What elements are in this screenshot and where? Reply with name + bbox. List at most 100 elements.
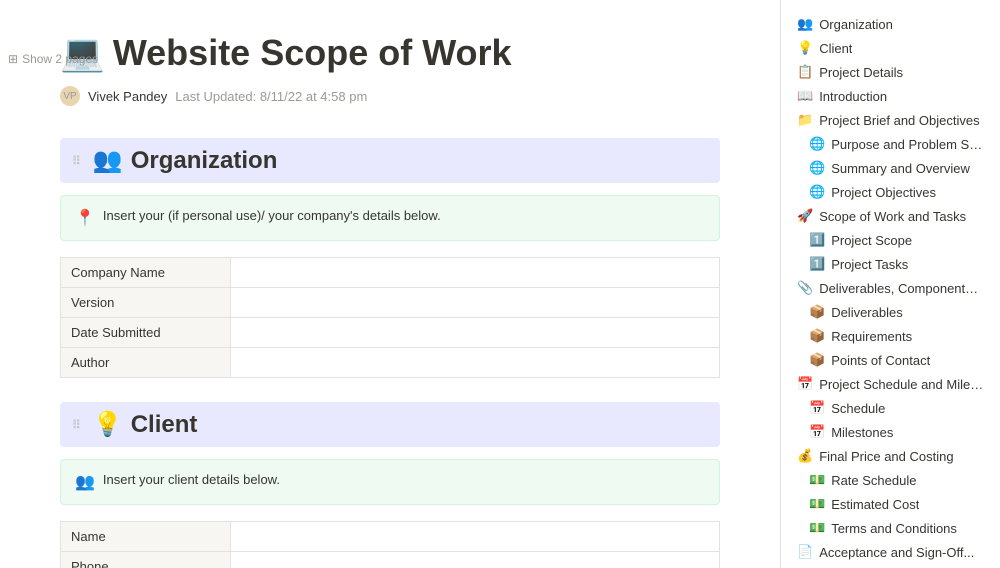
sidebar-item-label-5: Purpose and Problem Statem... (831, 137, 984, 152)
sidebar-item-label-21: Terms and Conditions (831, 521, 957, 536)
sidebar-item-12[interactable]: 📦Deliverables (781, 300, 1000, 324)
sidebar-item-icon-1: 💡 (797, 40, 813, 56)
sidebar-item-label-1: Client (819, 41, 852, 56)
sidebar-item-18[interactable]: 💰 Final Price and Costing (781, 444, 1000, 468)
right-sidebar: 👥Organization 💡 Client 📋Project Details 📖 Int… (780, 0, 1000, 568)
sidebar-item-icon-16: 📅 (809, 400, 825, 416)
sidebar-item-9[interactable]: 1️⃣ Project Scope (781, 228, 1000, 252)
main-content: 💻 Website Scope of Work VP Vivek Pandey … (0, 0, 780, 568)
table-cell-value[interactable] (231, 522, 720, 552)
sidebar-item-16[interactable]: 📅Schedule (781, 396, 1000, 420)
toggle-icon: ⊞ (8, 52, 18, 66)
sidebar-item-icon-3: 📖 (797, 88, 813, 104)
sidebar-item-label-8: Scope of Work and Tasks (819, 209, 966, 224)
sidebar-item-label-14: Points of Contact (831, 353, 930, 368)
page-title: Website Scope of Work (113, 32, 512, 74)
sidebar-item-3[interactable]: 📖 Introduction (781, 84, 1000, 108)
sidebar-item-icon-12: 📦 (809, 304, 825, 320)
sidebar-item-label-15: Project Schedule and Milestones (819, 377, 984, 392)
table-cell-label: Version (61, 288, 231, 318)
sidebar-item-11[interactable]: 📎 Deliverables, Components, & R... (781, 276, 1000, 300)
sidebar-item-icon-9: 1️⃣ (809, 232, 825, 248)
table-cell-label: Author (61, 348, 231, 378)
client-callout: 👥 Insert your client details below. (60, 459, 720, 505)
sidebar-item-1[interactable]: 💡 Client (781, 36, 1000, 60)
drag-handle-org[interactable]: ⠿ (72, 154, 81, 168)
sidebar-item-6[interactable]: 🌐 Summary and Overview (781, 156, 1000, 180)
table-cell-label: Date Submitted (61, 318, 231, 348)
sidebar-item-icon-18: 💰 (797, 448, 813, 464)
organization-section: ⠿ 👥 Organization 📍 Insert your (if perso… (60, 138, 720, 378)
sidebar-item-icon-17: 📅 (809, 424, 825, 440)
sidebar-item-label-19: Rate Schedule (831, 473, 916, 488)
client-callout-icon: 👥 (75, 472, 95, 492)
table-cell-label: Phone (61, 552, 231, 568)
client-icon: 💡 (93, 410, 123, 439)
sidebar-item-icon-21: 💵 (809, 520, 825, 536)
sidebar-item-icon-22: 📄 (797, 544, 813, 560)
org-table: Company Name Version Date Submitted Auth… (60, 257, 720, 378)
sidebar-item-label-22: Acceptance and Sign-Off... (819, 545, 974, 560)
last-updated: Last Updated: 8/11/22 at 4:58 pm (175, 89, 367, 104)
sidebar-item-label-13: Requirements (831, 329, 912, 344)
sidebar-item-icon-4: 📁 (797, 112, 813, 128)
sidebar-item-17[interactable]: 📅 Milestones (781, 420, 1000, 444)
sidebar-item-label-9: Project Scope (831, 233, 912, 248)
sidebar-item-20[interactable]: 💵 Estimated Cost (781, 492, 1000, 516)
table-row: Phone (61, 552, 720, 568)
sidebar-item-icon-20: 💵 (809, 496, 825, 512)
meta-info: VP Vivek Pandey Last Updated: 8/11/22 at… (60, 86, 720, 106)
org-title: Organization (131, 147, 278, 175)
avatar: VP (60, 86, 80, 106)
sidebar-item-19[interactable]: 💵 Rate Schedule (781, 468, 1000, 492)
client-callout-text: Insert your client details below. (103, 472, 280, 487)
sidebar-item-label-6: Summary and Overview (831, 161, 970, 176)
sidebar-item-14[interactable]: 📦 Points of Contact (781, 348, 1000, 372)
sidebar-item-21[interactable]: 💵 Terms and Conditions (781, 516, 1000, 540)
sidebar-item-icon-8: 🚀 (797, 208, 813, 224)
client-table: Name Phone Email Mailing Address (60, 521, 720, 568)
table-cell-value[interactable] (231, 318, 720, 348)
sidebar-item-0[interactable]: 👥Organization (781, 12, 1000, 36)
sidebar-item-15[interactable]: 📅 Project Schedule and Milestones (781, 372, 1000, 396)
organization-header: ⠿ 👥 Organization (60, 138, 720, 183)
table-cell-value[interactable] (231, 552, 720, 568)
sidebar-item-label-7: Project Objectives (831, 185, 936, 200)
table-row: Date Submitted (61, 318, 720, 348)
sidebar-item-8[interactable]: 🚀 Scope of Work and Tasks (781, 204, 1000, 228)
sidebar-item-icon-11: 📎 (797, 280, 813, 296)
table-cell-label: Name (61, 522, 231, 552)
table-cell-value[interactable] (231, 348, 720, 378)
drag-handle-client[interactable]: ⠿ (72, 418, 81, 432)
sidebar-item-label-18: Final Price and Costing (819, 449, 953, 464)
show-pages-toggle[interactable]: ⊞ Show 2 pages (8, 52, 98, 66)
sidebar-item-icon-6: 🌐 (809, 160, 825, 176)
toggle-label: Show 2 pages (22, 52, 98, 66)
client-section: ⠿ 💡 Client 👥 Insert your client details … (60, 402, 720, 568)
sidebar-item-4[interactable]: 📁 Project Brief and Objectives (781, 108, 1000, 132)
sidebar-item-label-20: Estimated Cost (831, 497, 919, 512)
sidebar-item-7[interactable]: 🌐Project Objectives (781, 180, 1000, 204)
sidebar-item-icon-0: 👥 (797, 16, 813, 32)
sidebar-item-icon-15: 📅 (797, 376, 813, 392)
table-row: Company Name (61, 258, 720, 288)
sidebar-item-label-3: Introduction (819, 89, 887, 104)
sidebar-item-icon-14: 📦 (809, 352, 825, 368)
sidebar-item-icon-19: 💵 (809, 472, 825, 488)
org-callout-icon: 📍 (75, 208, 95, 228)
table-row: Name (61, 522, 720, 552)
table-cell-value[interactable] (231, 288, 720, 318)
author-name[interactable]: Vivek Pandey (88, 89, 167, 104)
sidebar-item-label-11: Deliverables, Components, & R... (819, 281, 984, 296)
sidebar-item-22[interactable]: 📄 Acceptance and Sign-Off... (781, 540, 1000, 564)
sidebar-item-icon-13: 📦 (809, 328, 825, 344)
table-cell-label: Company Name (61, 258, 231, 288)
table-cell-value[interactable] (231, 258, 720, 288)
sidebar-item-label-17: Milestones (831, 425, 893, 440)
sidebar-item-5[interactable]: 🌐Purpose and Problem Statem... (781, 132, 1000, 156)
table-row: Author (61, 348, 720, 378)
sidebar-item-label-4: Project Brief and Objectives (819, 113, 979, 128)
sidebar-item-13[interactable]: 📦 Requirements (781, 324, 1000, 348)
sidebar-item-2[interactable]: 📋Project Details (781, 60, 1000, 84)
sidebar-item-10[interactable]: 1️⃣Project Tasks (781, 252, 1000, 276)
